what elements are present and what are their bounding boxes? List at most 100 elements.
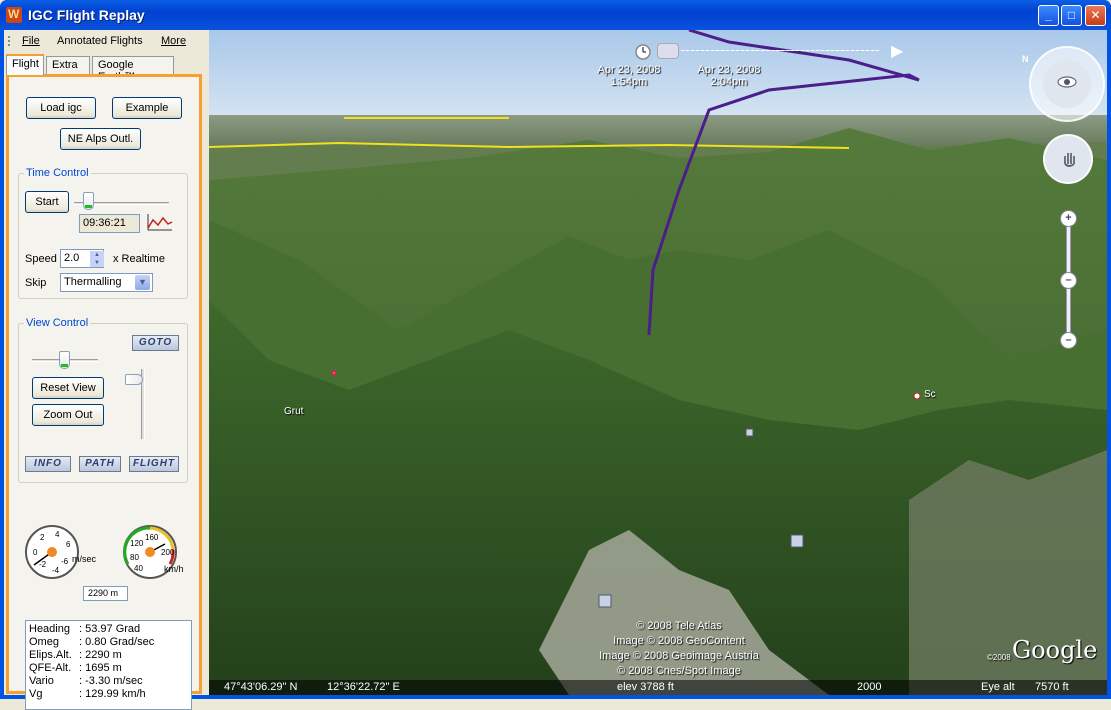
title-bar[interactable]: IGC Flight Replay _ □ ✕ <box>0 0 1111 30</box>
clock-icon[interactable] <box>634 43 652 61</box>
zoom-out-icon[interactable]: – <box>1060 332 1077 349</box>
earth-viewport[interactable]: ▶ Apr 23, 2008 1:54pm Apr 23, 2008 2:04p… <box>209 30 1107 695</box>
elevation-readout: elev 3788 ft <box>617 681 674 693</box>
load-igc-button[interactable]: Load igc <box>26 97 96 119</box>
time-field: 09:36:21 <box>79 214 140 233</box>
minimize-button[interactable]: _ <box>1038 5 1059 26</box>
view-h-slider-thumb[interactable] <box>59 351 70 369</box>
ne-alps-button[interactable]: NE Alps Outl. <box>60 128 141 150</box>
speed-tick-120: 120 <box>130 539 144 548</box>
speed-tick-40: 40 <box>134 564 143 573</box>
time-control-title: Time Control <box>24 167 91 179</box>
tab-strip: Flight Extra Google Earth™ <box>4 54 204 83</box>
copyright-year: ©2008 <box>987 653 1011 662</box>
chevron-down-icon[interactable]: ▼ <box>135 275 150 290</box>
spin-up-icon[interactable]: ▲ <box>90 251 104 259</box>
place-label-sc[interactable]: Sc <box>924 389 936 400</box>
time-control-group: Time Control Start 09:36:21 Speed 2.0 ▲ … <box>18 167 188 299</box>
eye-alt-readout: 7570 ft <box>1035 681 1069 693</box>
speed-tick-80: 80 <box>130 553 139 562</box>
info-button[interactable]: INFO <box>25 456 71 472</box>
info-row-qfe-alt: QFE-Alt. : 1695 m <box>29 662 188 675</box>
longitude-readout: 12°36'22.72" E <box>327 681 400 693</box>
altitude-readout: 2290 m <box>83 586 128 601</box>
north-icon[interactable]: N <box>1022 54 1029 64</box>
path-button[interactable]: PATH <box>79 456 121 472</box>
info-value: : 0.80 Grad/sec <box>79 636 155 648</box>
close-button[interactable]: ✕ <box>1085 5 1106 26</box>
info-value: : 53.97 Grad <box>79 623 141 635</box>
terrain-view <box>209 30 1107 695</box>
goto-button[interactable]: GOTO <box>132 335 179 351</box>
app-window: IGC Flight Replay _ □ ✕ File Annotated F… <box>0 0 1111 710</box>
eye-alt-label: Eye alt <box>981 681 1015 693</box>
reset-view-button[interactable]: Reset View <box>32 377 104 399</box>
client-area: File Annotated Flights More Flight Extra… <box>4 30 1107 710</box>
start-button[interactable]: Start <box>25 191 69 213</box>
play-icon[interactable]: ▶ <box>891 41 903 61</box>
vario-tick-6: 6 <box>66 540 71 549</box>
vario-tick-neg4: -4 <box>52 566 60 575</box>
status-bar: 47°43'06.29" N 12°36'22.72" E elev 3788 … <box>209 680 1107 695</box>
credit-line: Image © 2008 GeoContent <box>613 635 745 647</box>
view-v-slider-thumb[interactable] <box>125 374 143 385</box>
zoom-in-icon[interactable]: + <box>1060 210 1077 227</box>
menu-grip <box>8 36 10 46</box>
realtime-label: x Realtime <box>113 253 165 265</box>
skip-label: Skip <box>25 277 47 289</box>
move-control[interactable] <box>1043 134 1093 184</box>
info-key: QFE-Alt. <box>29 662 72 674</box>
flight-info-box: Heading: 53.97 Grad Omeg: 0.80 Grad/sec … <box>25 620 192 710</box>
look-control[interactable] <box>1029 46 1105 122</box>
speed-unit: km/h <box>164 564 184 574</box>
time-window-handle[interactable] <box>657 43 679 59</box>
vario-tick-neg2: -2 <box>39 560 47 569</box>
view-control-group: View Control GOTO Reset View Zoom Out IN… <box>18 317 188 483</box>
flight-button[interactable]: FLIGHT <box>129 456 179 472</box>
vario-tick-4: 4 <box>55 530 60 539</box>
latitude-readout: 47°43'06.29" N <box>224 681 298 693</box>
tab-flight[interactable]: Flight <box>6 54 44 75</box>
vario-tick-0: 0 <box>33 548 38 557</box>
info-value: : 2290 m <box>79 649 122 661</box>
tab-google-earth[interactable]: Google Earth™ <box>92 56 174 83</box>
info-row-heading: Heading: 53.97 Grad <box>29 623 188 636</box>
menu-file[interactable]: File <box>22 35 40 47</box>
info-value: : -3.30 m/sec <box>79 675 143 687</box>
info-value: : 129.99 km/h <box>79 688 146 700</box>
example-button[interactable]: Example <box>112 97 182 119</box>
maximize-button[interactable]: □ <box>1061 5 1082 26</box>
zoom-out-button[interactable]: Zoom Out <box>32 404 104 426</box>
scale-readout: 2000 <box>857 681 882 693</box>
vario-tick-neg6: -6 <box>61 557 69 566</box>
vario-gauge: 0 2 4 6 -2 -4 -6 <box>24 524 80 580</box>
time-end-label: Apr 23, 2008 2:04pm <box>684 64 774 88</box>
speed-tick-160: 160 <box>145 533 159 542</box>
google-logo: Google <box>1012 636 1098 664</box>
info-row-omeg: Omeg: 0.80 Grad/sec <box>29 636 188 649</box>
info-key: Vg <box>29 688 43 700</box>
menu-more[interactable]: More <box>161 35 186 47</box>
info-row-vg: Vg : 129.99 km/h <box>29 688 188 701</box>
vario-unit: m/sec <box>72 554 97 564</box>
speed-tick-200: 200 <box>161 548 175 557</box>
time-slider-track <box>681 50 879 51</box>
spin-down-icon[interactable]: ▼ <box>90 259 104 267</box>
flight-panel: Load igc Example NE Alps Outl. Time Cont… <box>6 74 202 710</box>
time-slider-thumb[interactable] <box>83 192 94 210</box>
vario-tick-2: 2 <box>40 533 45 542</box>
zoom-thumb[interactable]: – <box>1060 272 1077 289</box>
info-value: : 1695 m <box>79 662 122 674</box>
credit-line: Image © 2008 Geoimage Austria <box>599 650 759 662</box>
tab-extra[interactable]: Extra <box>46 56 90 74</box>
credit-line: © 2008 Cnes/Spot Image <box>617 665 741 677</box>
place-label-grut[interactable]: Grut <box>284 406 303 417</box>
time-start-date: Apr 23, 2008 <box>597 64 661 76</box>
info-key: Elips.Alt. <box>29 649 72 661</box>
info-key: Vario <box>29 675 54 687</box>
zoom-control[interactable]: + – – <box>1060 210 1078 350</box>
info-row-elips-alt: Elips.Alt. : 2290 m <box>29 649 188 662</box>
info-row-vario: Vario : -3.30 m/sec <box>29 675 188 688</box>
graph-icon[interactable] <box>147 212 173 232</box>
menu-annotated-flights[interactable]: Annotated Flights <box>57 35 143 47</box>
